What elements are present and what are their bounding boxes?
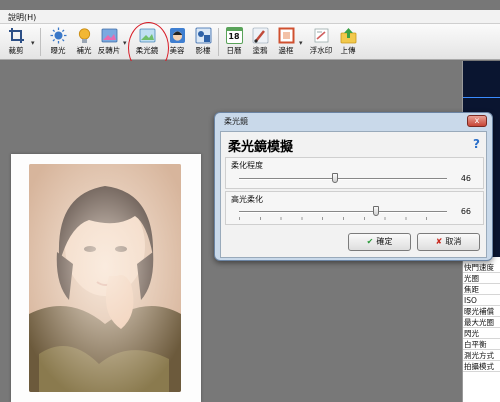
property-row: 拍攝模式: [463, 361, 500, 372]
softness-group: 柔化程度 46: [225, 157, 484, 189]
photo-editor-window: 說明(H) 裁剪 ▾ 曝光 補光 反轉片 ▾ 柔光鏡 美容 影樓 18 日曆 塗…: [0, 0, 500, 402]
upload-label: 上傳: [340, 46, 356, 55]
crop-dropdown-arrow[interactable]: ▾: [31, 39, 35, 47]
studio-label: 影樓: [195, 46, 211, 55]
property-row: 快門速度: [463, 262, 500, 273]
dialog-body: 柔光鏡模擬 ? 柔化程度 46 高光柔化 66 ✔ 確定 ✘ 取消: [220, 131, 487, 258]
property-row: ISO: [463, 295, 500, 306]
portrait-illustration: [29, 164, 181, 392]
dialog-titlebar[interactable]: 柔光鏡 x: [215, 113, 492, 129]
studio-icon: [195, 27, 211, 44]
property-row: 白平衡: [463, 339, 500, 350]
frame-icon: [278, 27, 294, 44]
frame-button[interactable]: 邊框: [272, 26, 300, 58]
upload-icon: [340, 28, 356, 44]
highlight-slider-track[interactable]: [239, 211, 447, 213]
property-row: 最大光圈: [463, 317, 500, 328]
softness-value: 46: [460, 174, 471, 183]
crop-icon: [8, 28, 24, 43]
property-row: 閃光: [463, 328, 500, 339]
reversal-film-label: 反轉片: [97, 46, 121, 55]
calendar-button[interactable]: 18 日曆: [220, 26, 248, 58]
ok-button[interactable]: ✔ 確定: [348, 233, 411, 251]
highlight-label: 高光柔化: [231, 195, 263, 204]
fill-light-label: 補光: [76, 46, 92, 55]
film-dropdown-arrow[interactable]: ▾: [123, 39, 127, 47]
toolbar-separator: [40, 28, 41, 56]
exif-property-list: 快門速度 光圈 焦距 ISO 曝光補償 最大光圈 閃光 白平衡 測光方式 拍攝模…: [463, 262, 500, 372]
property-row: 焦距: [463, 284, 500, 295]
brush-icon: [252, 27, 268, 44]
highlight-slider-thumb[interactable]: [373, 206, 380, 216]
toolbar-separator: [218, 28, 219, 56]
watermark-button[interactable]: 浮水印: [307, 26, 335, 58]
dialog-heading: 柔光鏡模擬: [228, 140, 294, 155]
toolbar: 裁剪 ▾ 曝光 補光 反轉片 ▾ 柔光鏡 美容 影樓 18 日曆 塗鴉 邊框 ▾…: [0, 24, 500, 60]
softness-slider-track[interactable]: [239, 178, 447, 180]
watermark-icon: [314, 28, 328, 43]
highlight-group: 高光柔化 66: [225, 191, 484, 225]
x-icon: ✘: [435, 237, 443, 246]
frame-dropdown-arrow[interactable]: ▾: [299, 39, 303, 47]
frame-label: 邊框: [278, 46, 294, 55]
cancel-label: 取消: [445, 237, 462, 246]
menu-bar: 說明(H): [0, 10, 500, 24]
lightbulb-icon: [78, 28, 90, 43]
property-row: 光圈: [463, 273, 500, 284]
film-icon: [101, 28, 117, 43]
soft-focus-dialog: 柔光鏡 x 柔光鏡模擬 ? 柔化程度 46 高光柔化 66 ✔ 確定 ✘ 取消: [214, 112, 493, 261]
help-icon[interactable]: ?: [473, 137, 480, 151]
property-row: 測光方式: [463, 350, 500, 361]
close-button[interactable]: x: [467, 115, 487, 127]
face-icon: [169, 28, 185, 43]
exposure-button[interactable]: 曝光: [44, 26, 72, 58]
reversal-film-button[interactable]: 反轉片: [95, 26, 123, 58]
ok-label: 確定: [376, 237, 393, 246]
softness-label: 柔化程度: [231, 161, 263, 170]
upload-button[interactable]: 上傳: [334, 26, 362, 58]
exposure-label: 曝光: [50, 46, 66, 55]
photo-preview-card: [11, 154, 201, 402]
softness-slider-thumb[interactable]: [331, 173, 338, 183]
crop-label: 裁剪: [8, 46, 24, 55]
watermark-label: 浮水印: [309, 46, 333, 55]
portrait-photo: [29, 164, 181, 392]
property-row: 曝光補償: [463, 306, 500, 317]
dialog-title: 柔光鏡: [224, 117, 248, 126]
highlight-value: 66: [460, 207, 471, 216]
crop-button[interactable]: 裁剪: [2, 26, 30, 58]
histogram-line: [463, 97, 500, 98]
check-icon: ✔: [366, 237, 374, 246]
doodle-button[interactable]: 塗鴉: [246, 26, 274, 58]
sun-icon: [50, 27, 66, 44]
cancel-button[interactable]: ✘ 取消: [417, 233, 480, 251]
highlight-slider-ticks: [239, 217, 447, 220]
fill-light-button[interactable]: 補光: [70, 26, 98, 58]
doodle-label: 塗鴉: [252, 46, 268, 55]
menu-help[interactable]: 說明(H): [8, 12, 36, 23]
calendar-icon: 18: [225, 27, 243, 44]
calendar-label: 日曆: [226, 46, 242, 55]
studio-button[interactable]: 影樓: [189, 26, 217, 58]
